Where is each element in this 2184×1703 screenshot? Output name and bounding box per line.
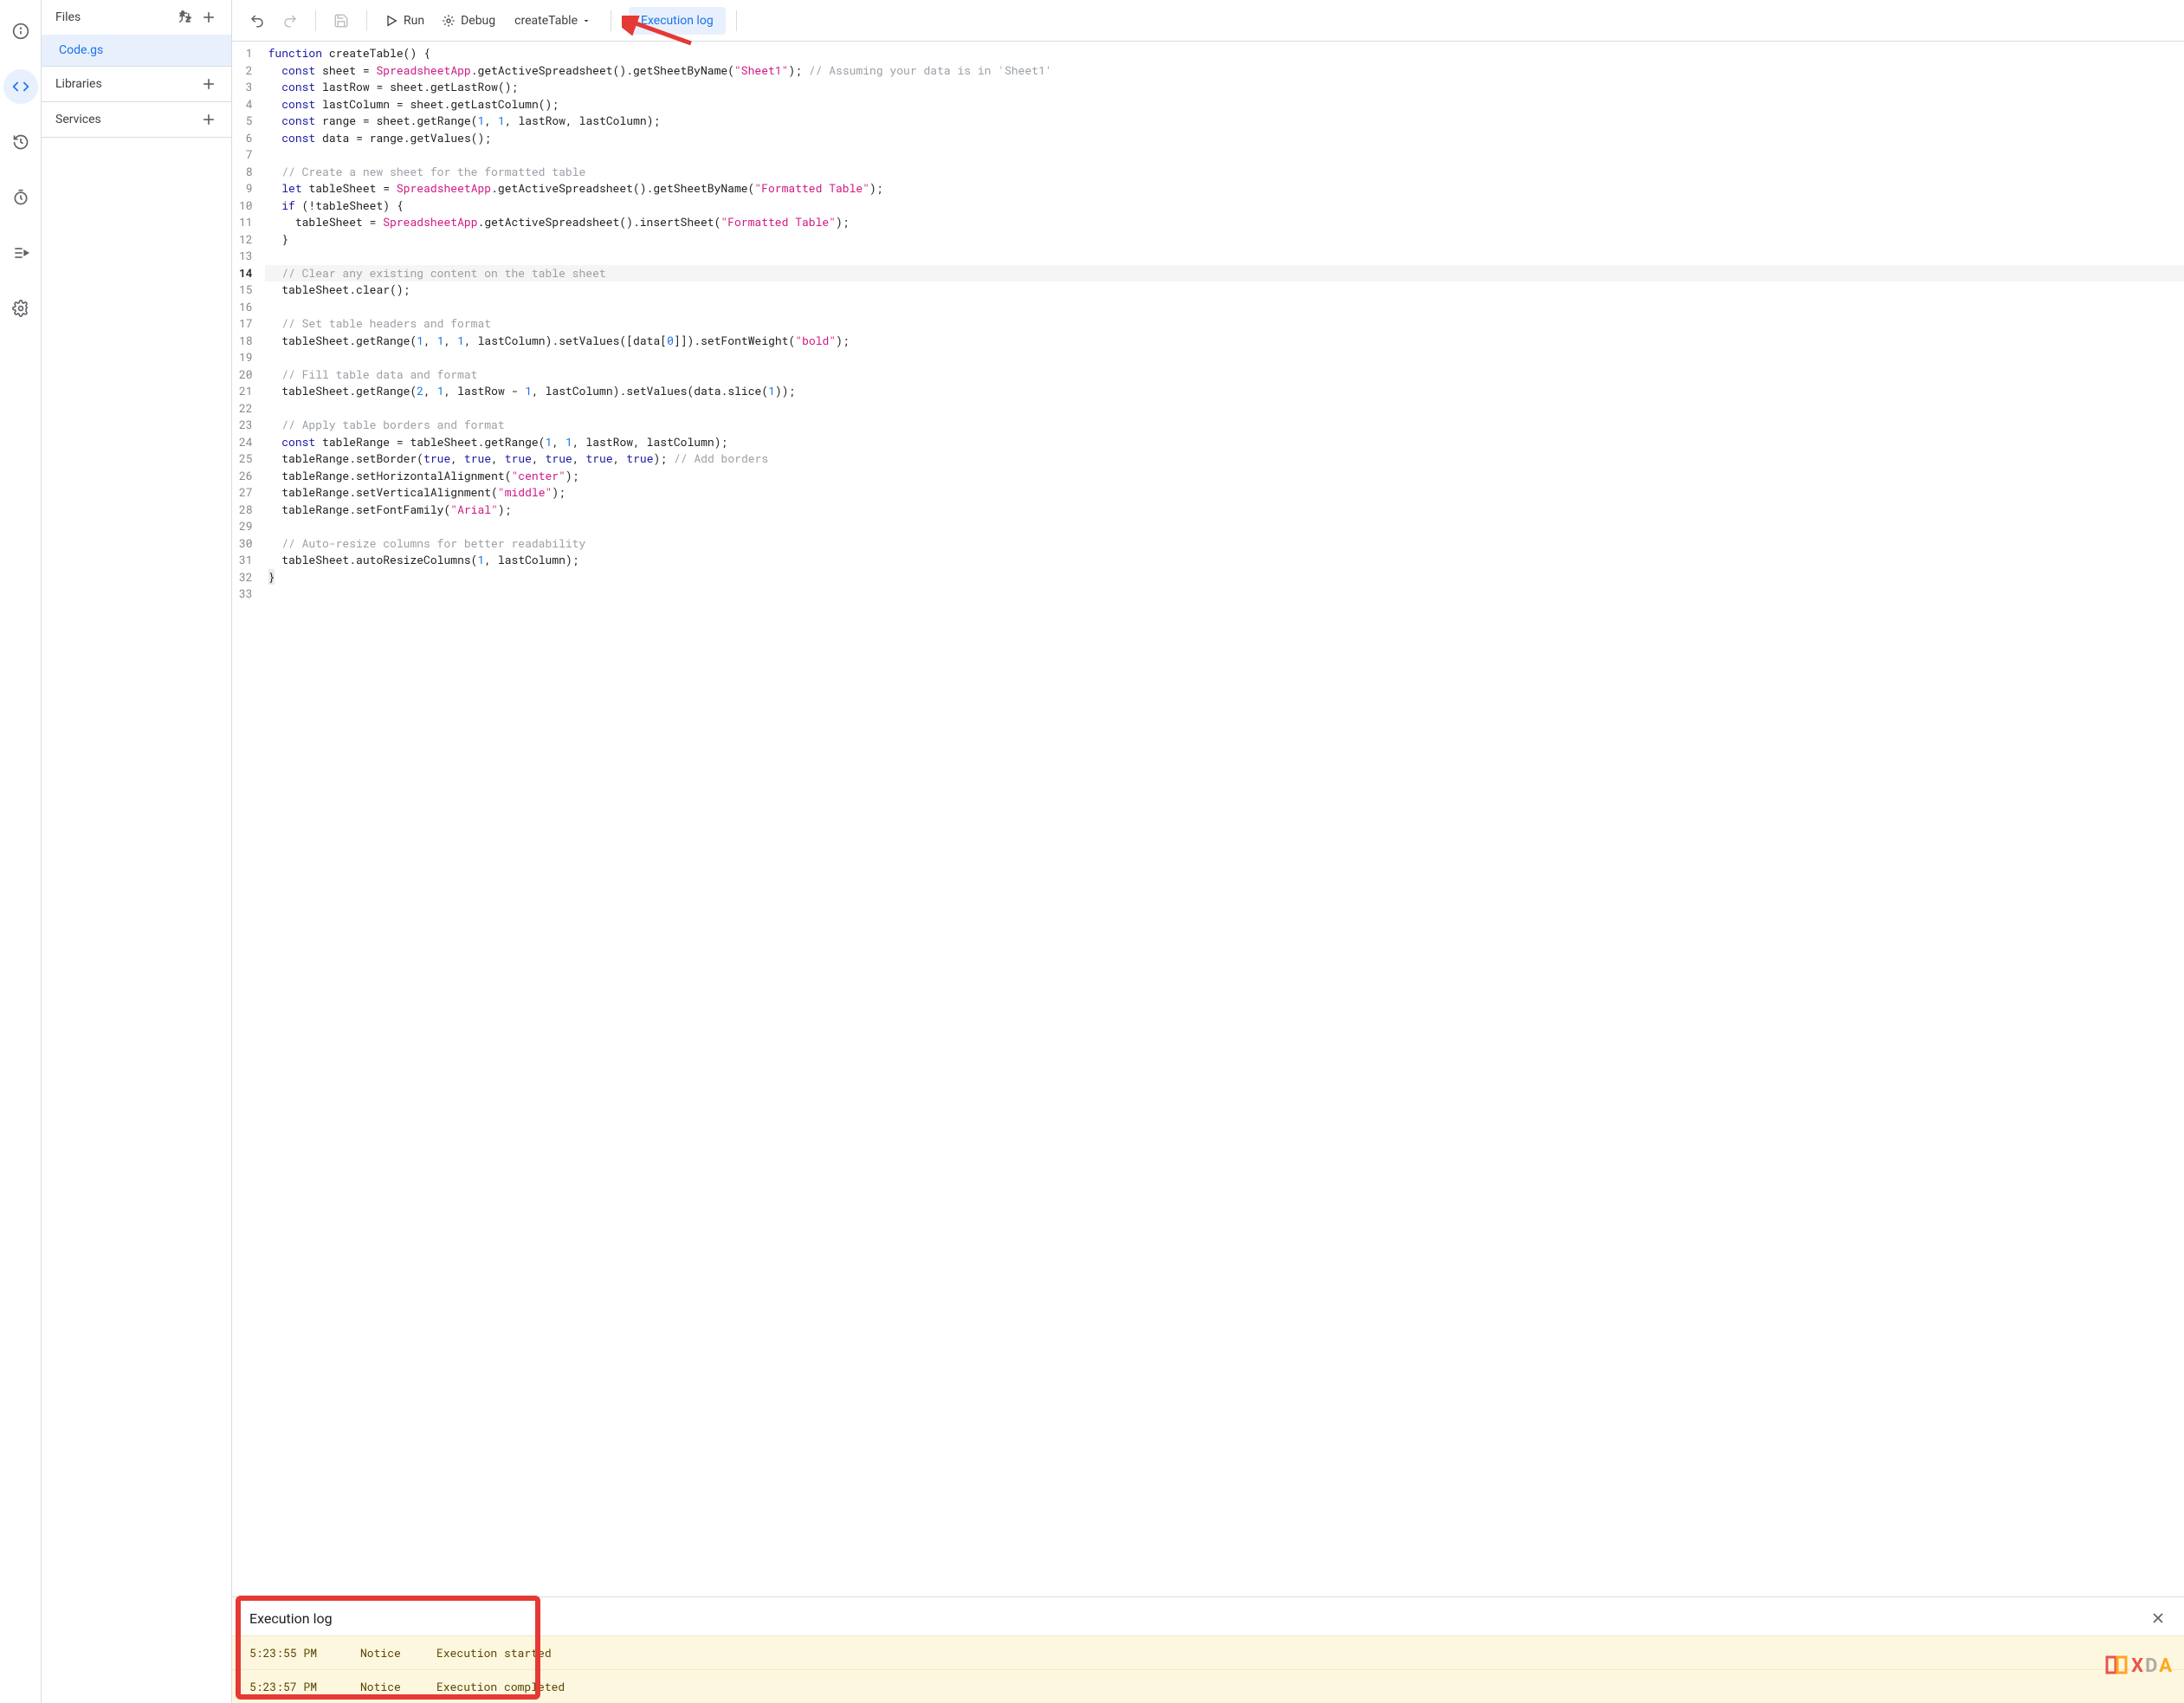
files-label: Files xyxy=(55,10,81,24)
execution-log-panel: Execution log 5:23:55 PMNoticeExecution … xyxy=(232,1596,2184,1703)
services-header: Services xyxy=(42,102,231,137)
undo-button[interactable] xyxy=(242,8,272,34)
main: Run Debug createTable Execution log 1234… xyxy=(232,0,2184,1703)
chevron-down-icon xyxy=(581,16,591,26)
svg-text:A: A xyxy=(180,10,184,17)
function-name: createTable xyxy=(514,14,578,28)
debug-label: Debug xyxy=(461,14,495,28)
services-label: Services xyxy=(55,113,101,126)
triggers-icon[interactable] xyxy=(3,180,38,215)
executions-icon[interactable] xyxy=(3,236,38,270)
function-selector[interactable]: createTable xyxy=(506,9,600,33)
libraries-label: Libraries xyxy=(55,77,102,91)
line-gutter: 1234567891011121314151617181920212223242… xyxy=(232,42,265,606)
add-service-icon[interactable] xyxy=(200,111,217,128)
add-library-icon[interactable] xyxy=(200,75,217,93)
toolbar: Run Debug createTable Execution log xyxy=(232,0,2184,42)
debug-button[interactable]: Debug xyxy=(435,9,502,33)
info-icon[interactable] xyxy=(3,14,38,49)
code-editor[interactable]: 1234567891011121314151617181920212223242… xyxy=(232,42,2184,1596)
run-button[interactable]: Run xyxy=(378,9,431,33)
execution-log-title: Execution log xyxy=(249,1610,333,1627)
files-header: Files AZ xyxy=(42,0,231,35)
exec-log-row: 5:23:55 PMNoticeExecution started xyxy=(232,1635,2184,1669)
redo-button[interactable] xyxy=(275,8,305,34)
run-label: Run xyxy=(404,14,424,28)
history-icon[interactable] xyxy=(3,125,38,159)
sort-icon[interactable]: AZ xyxy=(178,9,193,26)
save-button[interactable] xyxy=(326,8,356,34)
execution-log-button[interactable]: Execution log xyxy=(629,7,726,35)
svg-text:Z: Z xyxy=(186,16,191,23)
sidebar: Files AZ Code.gs Libraries Services xyxy=(42,0,232,1703)
left-rail xyxy=(0,0,42,1703)
file-item-code-gs[interactable]: Code.gs xyxy=(42,35,231,66)
add-file-icon[interactable] xyxy=(200,9,217,26)
settings-icon[interactable] xyxy=(3,291,38,326)
libraries-header: Libraries xyxy=(42,67,231,101)
editor-icon[interactable] xyxy=(3,69,38,104)
code-content[interactable]: function createTable() { const sheet = S… xyxy=(265,42,2184,606)
exec-log-row: 5:23:57 PMNoticeExecution completed xyxy=(232,1669,2184,1703)
close-icon[interactable] xyxy=(2149,1609,2167,1627)
